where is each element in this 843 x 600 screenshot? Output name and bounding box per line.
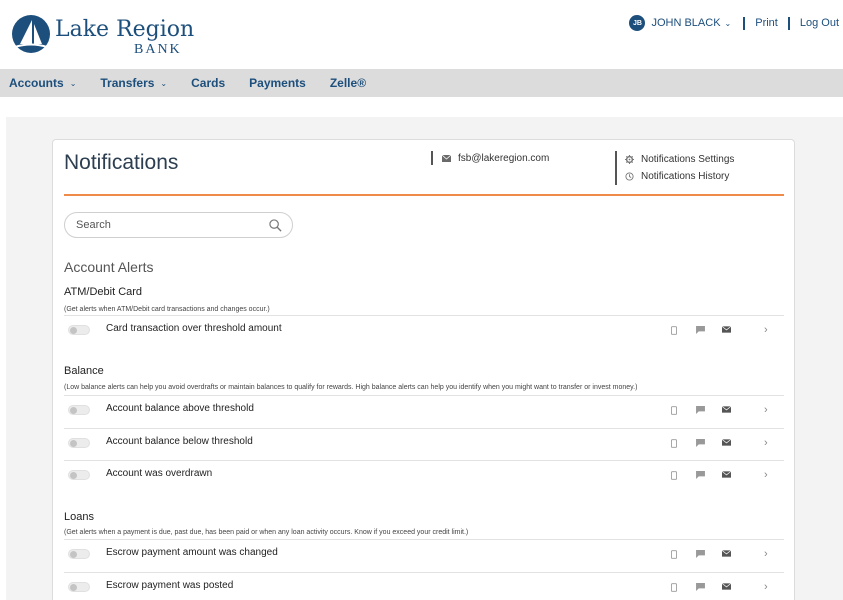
- alert-label: Account balance above threshold: [106, 403, 254, 414]
- mail-icon[interactable]: [722, 471, 731, 478]
- gear-icon: [625, 155, 634, 164]
- alert-row[interactable]: Card transaction over threshold amount ›: [64, 315, 784, 347]
- group-description: (Low balance alerts can help you avoid o…: [64, 384, 638, 391]
- chat-icon[interactable]: [696, 471, 705, 479]
- nav-accounts[interactable]: Accounts ⌄: [9, 76, 76, 90]
- nav-cards[interactable]: Cards: [191, 76, 225, 90]
- alert-row[interactable]: Account was overdrawn ›: [64, 460, 784, 492]
- nav-payments[interactable]: Payments: [249, 76, 306, 90]
- chevron-right-icon[interactable]: ›: [764, 469, 768, 481]
- phone-icon[interactable]: [671, 583, 677, 592]
- search-icon[interactable]: [269, 219, 282, 232]
- group-description: (Get alerts when ATM/Debit card transact…: [64, 306, 270, 313]
- mail-icon[interactable]: [722, 326, 731, 333]
- divider: [743, 16, 746, 30]
- divider: [787, 16, 790, 30]
- main-nav: Accounts ⌄ Transfers ⌄ Cards Payments Ze…: [0, 69, 843, 97]
- alert-label: Card transaction over threshold amount: [106, 323, 282, 334]
- alert-row[interactable]: Account balance below threshold ›: [64, 428, 784, 460]
- mail-icon: [442, 154, 451, 162]
- group-title: Loans: [64, 511, 94, 523]
- alert-row[interactable]: Escrow payment amount was changed ›: [64, 539, 784, 571]
- alert-row[interactable]: Escrow payment was posted ›: [64, 572, 784, 600]
- group-title: Balance: [64, 365, 104, 377]
- mail-icon[interactable]: [722, 550, 731, 557]
- chevron-right-icon[interactable]: ›: [764, 548, 768, 560]
- chevron-down-icon[interactable]: ⌄: [725, 19, 732, 28]
- nav-accounts-label: Accounts: [9, 76, 64, 90]
- notifications-settings-link[interactable]: Notifications Settings: [625, 151, 785, 168]
- notifications-card: Notifications fsb@lakeregion.com Notific…: [52, 139, 795, 600]
- print-link[interactable]: Print: [755, 17, 778, 29]
- bank-name-sub: BANK: [134, 42, 182, 57]
- nav-payments-label: Payments: [249, 76, 306, 90]
- page-title: Notifications: [64, 151, 179, 174]
- chat-icon[interactable]: [696, 439, 705, 447]
- chevron-right-icon[interactable]: ›: [764, 404, 768, 416]
- search-input[interactable]: [76, 219, 256, 231]
- notifications-history-link[interactable]: Notifications History: [625, 168, 785, 185]
- alert-label: Account was overdrawn: [106, 468, 213, 479]
- phone-icon[interactable]: [671, 439, 677, 448]
- mail-icon[interactable]: [722, 439, 731, 446]
- header-divider: [64, 194, 784, 196]
- mail-icon[interactable]: [722, 583, 731, 590]
- phone-icon[interactable]: [671, 326, 677, 335]
- toggle-knob: [70, 472, 77, 479]
- notification-email: fsb@lakeregion.com: [431, 151, 549, 165]
- alert-toggle[interactable]: [68, 438, 90, 448]
- toggle-knob: [70, 584, 77, 591]
- logout-link[interactable]: Log Out: [800, 17, 839, 29]
- nav-transfers-label: Transfers: [100, 76, 155, 90]
- group-description: (Get alerts when a payment is due, past …: [64, 529, 469, 536]
- user-menu-button[interactable]: JOHN BLACK: [651, 17, 720, 29]
- search-box: [64, 212, 293, 238]
- toggle-knob: [70, 327, 77, 334]
- chat-icon[interactable]: [696, 326, 705, 334]
- alert-toggle[interactable]: [68, 549, 90, 559]
- alert-label: Escrow payment amount was changed: [106, 547, 278, 558]
- alert-toggle[interactable]: [68, 325, 90, 335]
- bank-logo[interactable]: Lake Region BANK: [11, 14, 195, 58]
- toggle-knob: [70, 440, 77, 447]
- nav-cards-label: Cards: [191, 76, 226, 90]
- section-title: Account Alerts: [64, 259, 154, 275]
- alert-row[interactable]: Account balance above threshold ›: [64, 395, 784, 427]
- user-area: JB JOHN BLACK ⌄ Print Log Out: [629, 14, 839, 32]
- chevron-right-icon[interactable]: ›: [764, 581, 768, 593]
- nav-zelle-label: Zelle®: [329, 76, 367, 90]
- alert-toggle[interactable]: [68, 405, 90, 415]
- chat-icon[interactable]: [696, 583, 705, 591]
- nav-zelle[interactable]: Zelle®: [330, 76, 366, 90]
- email-address: fsb@lakeregion.com: [458, 152, 550, 164]
- notifications-settings-label: Notifications Settings: [641, 154, 735, 165]
- chevron-down-icon: ⌄: [160, 78, 168, 88]
- toggle-knob: [70, 407, 77, 414]
- mail-icon[interactable]: [722, 406, 731, 413]
- avatar[interactable]: JB: [629, 15, 646, 31]
- history-icon: [625, 172, 634, 181]
- divider: [431, 151, 433, 165]
- notifications-history-label: Notifications History: [641, 171, 730, 182]
- chevron-down-icon: ⌄: [69, 78, 77, 88]
- alert-label: Account balance below threshold: [106, 436, 253, 447]
- notification-links: Notifications Settings Notifications His…: [615, 151, 785, 185]
- toggle-knob: [70, 551, 77, 558]
- chat-icon[interactable]: [696, 406, 705, 414]
- nav-transfers[interactable]: Transfers ⌄: [100, 76, 167, 90]
- phone-icon[interactable]: [671, 406, 677, 415]
- bank-name: Lake Region: [55, 17, 195, 42]
- alert-label: Escrow payment was posted: [106, 580, 234, 591]
- top-header: Lake Region BANK JB JOHN BLACK ⌄ Print L…: [0, 0, 843, 69]
- sailboat-logo-icon: [12, 15, 50, 53]
- chevron-right-icon[interactable]: ›: [764, 324, 768, 336]
- phone-icon[interactable]: [671, 550, 677, 559]
- alert-toggle[interactable]: [68, 470, 90, 480]
- chat-icon[interactable]: [696, 550, 705, 558]
- alert-toggle[interactable]: [68, 582, 90, 592]
- phone-icon[interactable]: [671, 471, 677, 480]
- group-title: ATM/Debit Card: [64, 286, 143, 298]
- chevron-right-icon[interactable]: ›: [764, 437, 768, 449]
